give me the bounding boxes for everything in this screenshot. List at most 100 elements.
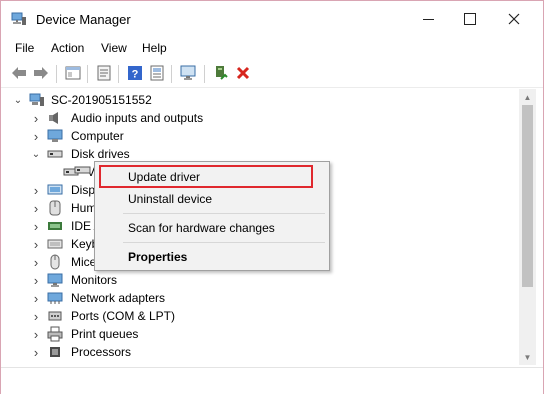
display-adapter-icon (47, 184, 63, 195)
action-button[interactable] (148, 64, 166, 82)
device-manager-app-icon (11, 12, 26, 25)
scrollbar-thumb[interactable] (522, 105, 533, 287)
expand-chevron-icon[interactable]: › (31, 345, 41, 360)
expand-chevron-icon[interactable]: › (31, 309, 41, 324)
window-title: Device Manager (36, 12, 131, 27)
forward-icon (34, 67, 48, 79)
tree-item-label: Hum (71, 201, 97, 215)
expand-chevron-icon[interactable]: › (31, 183, 41, 198)
tree-item-label: Disk drives (71, 147, 130, 161)
disk-drive-icon (47, 150, 63, 158)
menu-bar: File Action View Help (1, 37, 543, 59)
scan-hardware-button[interactable] (180, 64, 198, 82)
tree-item-label: Ports (COM & LPT) (71, 309, 176, 323)
processor-icon (50, 347, 60, 357)
tree-item-label: Audio inputs and outputs (71, 111, 204, 125)
vertical-scrollbar[interactable]: ▲ ▼ (519, 89, 536, 365)
svg-text:?: ? (132, 69, 139, 81)
back-icon (12, 67, 26, 79)
expand-chevron-icon[interactable]: › (31, 273, 41, 288)
tree-item-label: Mice (71, 255, 97, 269)
action-pane-icon (150, 65, 164, 81)
expand-chevron-icon[interactable]: › (31, 255, 41, 270)
tree-category-item[interactable]: › Monitors (7, 271, 519, 289)
printer-icon (47, 326, 63, 342)
tree-category-item[interactable]: › Ports (COM & LPT) (7, 307, 519, 325)
tree-root-label: SC-201905151552 (51, 93, 152, 107)
properties-icon (97, 65, 111, 81)
title-bar[interactable]: Device Manager (1, 1, 543, 37)
toolbar-separator (87, 65, 88, 83)
selected-disk-row-highlight (74, 162, 92, 178)
menu-action[interactable]: Action (51, 41, 84, 55)
disk-drive-icon (74, 166, 91, 174)
expand-chevron-icon[interactable]: › (31, 291, 41, 306)
menu-help[interactable]: Help (142, 41, 167, 55)
maximize-icon (464, 13, 476, 25)
minimize-icon (422, 18, 434, 20)
close-icon (508, 13, 520, 25)
monitor-scan-icon (180, 65, 196, 80)
tree-category-item[interactable]: › Network adapters (7, 289, 519, 307)
context-menu-separator (123, 213, 325, 214)
update-driver-button[interactable] (212, 64, 230, 82)
expand-chevron-icon[interactable]: › (31, 327, 41, 342)
tree-item-label: Monitors (71, 273, 118, 287)
maximize-button[interactable] (447, 1, 493, 37)
toolbar: ? (1, 60, 543, 88)
port-icon (48, 311, 62, 321)
expand-chevron-icon[interactable]: › (31, 201, 41, 216)
tree-category-item[interactable]: › Audio inputs and outputs (7, 109, 519, 127)
tree-category-item[interactable]: › Computer (7, 127, 519, 145)
keyboard-icon (47, 239, 63, 249)
hid-icon (49, 200, 61, 216)
tree-root[interactable]: ⌄ SC-201905151552 (7, 91, 519, 109)
update-driver-icon (216, 66, 228, 80)
toolbar-separator (171, 65, 172, 83)
monitor-icon (47, 273, 63, 287)
update-driver-highlight-box (99, 165, 313, 188)
tree-item-label: Processors (71, 345, 132, 359)
toolbar-separator (118, 65, 119, 83)
expand-chevron-icon[interactable]: › (31, 111, 41, 126)
uninstall-icon (236, 66, 250, 80)
collapse-chevron-icon[interactable]: ⌄ (13, 95, 23, 106)
network-adapter-icon (47, 292, 63, 304)
speaker-icon (49, 112, 58, 124)
expand-chevron-icon[interactable]: › (31, 237, 41, 252)
scroll-down-arrow-icon[interactable]: ▼ (519, 349, 536, 365)
mouse-icon (50, 254, 60, 270)
close-button[interactable] (491, 1, 537, 37)
toolbar-separator (204, 65, 205, 83)
uninstall-button[interactable] (234, 64, 252, 82)
help-button[interactable]: ? (126, 64, 144, 82)
minimize-button[interactable] (405, 1, 451, 37)
menu-item-uninstall-device[interactable]: Uninstall device (128, 192, 212, 206)
context-menu-separator (123, 242, 325, 243)
scroll-up-arrow-icon[interactable]: ▲ (519, 89, 536, 105)
tree-item-label: Disp (71, 183, 96, 197)
computer-root-icon (29, 93, 44, 106)
back-button[interactable] (10, 64, 28, 82)
help-icon: ? (128, 66, 142, 81)
tree-item-label: Print queues (71, 327, 139, 341)
ide-controller-icon (48, 222, 62, 230)
computer-icon (47, 129, 63, 142)
forward-button[interactable] (32, 64, 50, 82)
tree-category-item[interactable]: › Print queues (7, 325, 519, 343)
properties-button[interactable] (95, 64, 113, 82)
menu-item-scan-hardware[interactable]: Scan for hardware changes (128, 221, 275, 235)
tree-category-item[interactable]: › Processors (7, 343, 519, 361)
status-bar (1, 367, 543, 394)
show-hide-console-tree-icon (65, 66, 81, 80)
menu-file[interactable]: File (15, 41, 34, 55)
tree-item-label: Network adapters (71, 291, 166, 305)
collapse-chevron-icon[interactable]: ⌄ (31, 149, 41, 160)
menu-item-properties[interactable]: Properties (128, 250, 187, 264)
toolbar-separator (56, 65, 57, 83)
tree-item-label: Computer (71, 129, 124, 143)
menu-view[interactable]: View (101, 41, 127, 55)
expand-chevron-icon[interactable]: › (31, 129, 41, 144)
show-hide-console-tree-button[interactable] (64, 64, 82, 82)
expand-chevron-icon[interactable]: › (31, 219, 41, 234)
